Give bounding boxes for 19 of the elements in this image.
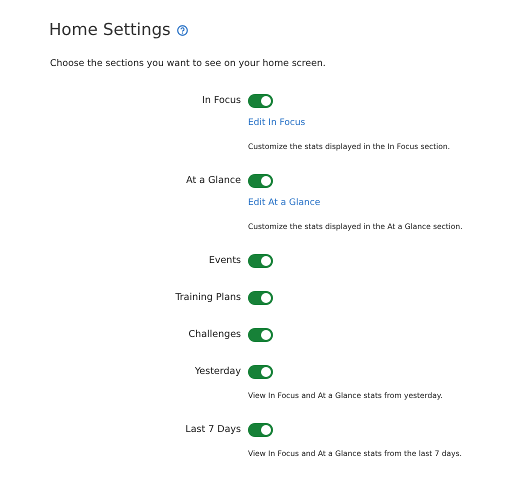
toggle-switch[interactable] (248, 328, 273, 342)
setting-label: Last 7 Days (184, 423, 241, 437)
page-title: Home Settings (49, 19, 171, 41)
intro-text: Choose the sections you want to see on your home screen. (50, 57, 327, 71)
setting-label: At a Glance (185, 174, 241, 188)
help-icon[interactable] (176, 24, 188, 36)
edit-link[interactable]: Edit In Focus (248, 114, 306, 132)
edit-link[interactable]: Edit At a Glance (248, 194, 320, 212)
toggle-switch[interactable] (248, 174, 273, 188)
toggle-switch[interactable] (248, 423, 273, 437)
setting-label: Events (208, 254, 241, 268)
toggle-switch[interactable] (248, 94, 273, 108)
toggle-switch[interactable] (248, 365, 273, 379)
setting-label: Challenges (188, 328, 241, 342)
setting-label: Yesterday (194, 365, 241, 379)
setting-label: Training Plans (174, 291, 241, 305)
setting-label: In Focus (201, 94, 241, 108)
toggle-switch[interactable] (248, 254, 273, 268)
toggle-switch[interactable] (248, 291, 273, 305)
